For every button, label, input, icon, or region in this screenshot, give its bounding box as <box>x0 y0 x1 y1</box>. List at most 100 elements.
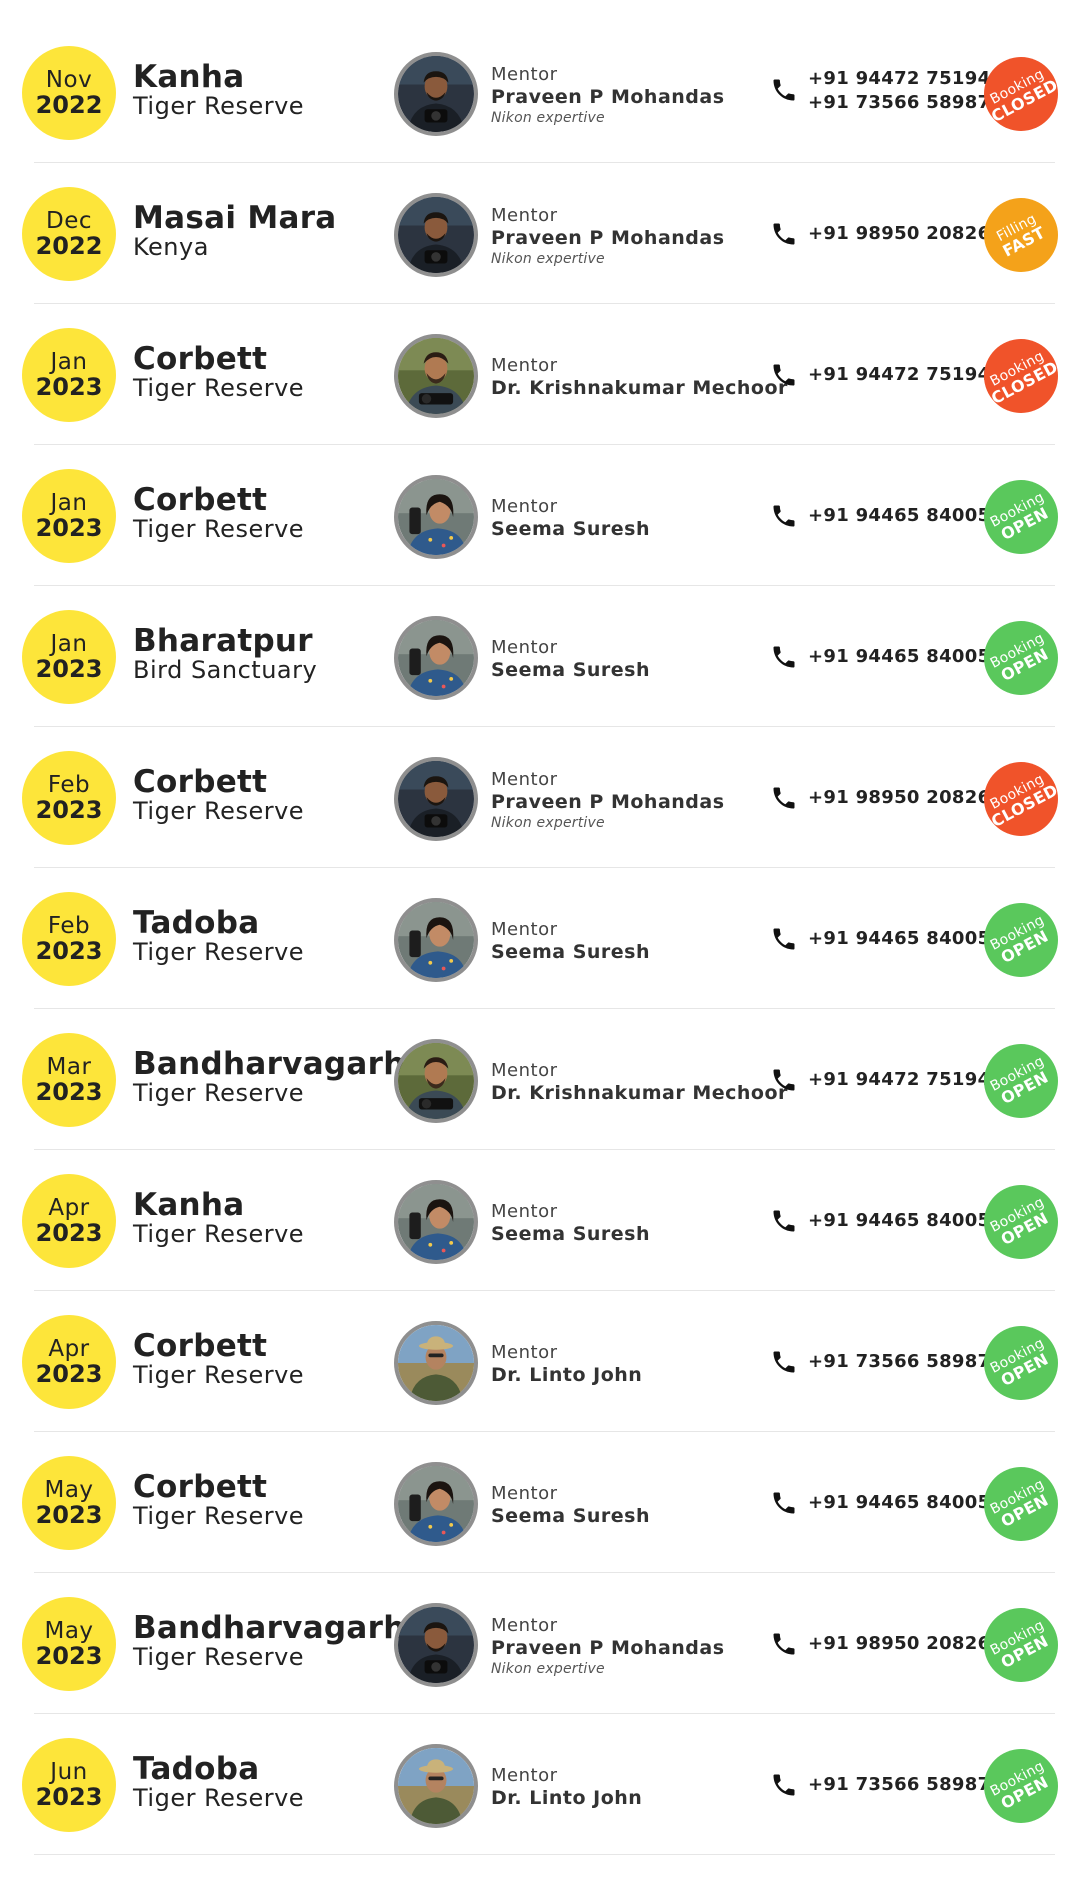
phone-number[interactable]: +91 94465 84005 <box>808 504 990 528</box>
mentor-info: Mentor Praveen P Mohandas Nikon expertive <box>491 1615 725 1677</box>
mentor-name: Seema Suresh <box>491 658 650 681</box>
destination-name: Kanha <box>133 59 245 95</box>
mentor-role-label: Mentor <box>491 1765 558 1786</box>
booking-status-badge: Booking OPEN <box>984 1749 1058 1823</box>
date-month: Jun <box>50 1759 88 1785</box>
destination-name: Tadoba <box>133 905 260 941</box>
destination: Masai Mara Kenya <box>133 203 337 260</box>
mentor-avatar <box>394 193 478 277</box>
date-year: 2023 <box>35 1219 103 1247</box>
mentor-name: Praveen P Mohandas <box>491 85 725 108</box>
date-month: Nov <box>45 67 93 93</box>
destination-subtitle: Tiger Reserve <box>133 374 305 402</box>
mentor-avatar <box>394 1462 478 1546</box>
phone-icon <box>770 502 798 530</box>
phone-number[interactable]: +91 73566 58987 <box>808 1350 990 1374</box>
destination-subtitle: Tiger Reserve <box>133 1361 305 1389</box>
tour-row[interactable]: Jan 2023 Corbett Tiger Reserve Mentor Dr. Kri… <box>0 304 1080 445</box>
tour-row[interactable]: Apr 2023 Kanha Tiger Reserve Mentor Seema Sur… <box>0 1150 1080 1291</box>
date-year: 2022 <box>35 232 103 260</box>
date-badge: Apr 2023 <box>22 1174 116 1268</box>
phone-numbers: +91 94465 84005 <box>808 1491 990 1515</box>
tour-row[interactable]: Dec 2022 Masai Mara Kenya Mentor Praveen P Mo… <box>0 163 1080 304</box>
destination: Corbett Tiger Reserve <box>133 1472 305 1530</box>
destination: Bandharvagarh Tiger Reserve <box>133 1049 406 1107</box>
destination: Tadoba Tiger Reserve <box>133 1754 304 1811</box>
destination-name: Bandharvagarh <box>133 1610 406 1646</box>
phone-number[interactable]: +91 94472 75194 <box>808 1068 990 1092</box>
mentor-role-label: Mentor <box>491 1615 558 1636</box>
tour-row[interactable]: May 2023 Corbett Tiger Reserve Mentor Seema S… <box>0 1432 1080 1573</box>
booking-status-badge: Booking CLOSED <box>984 57 1061 131</box>
destination: Bharatpur Bird Sanctuary <box>133 626 317 683</box>
mentor-name: Dr. Krishnakumar Mechoor <box>491 1081 788 1104</box>
destination-subtitle: Tiger Reserve <box>133 515 305 543</box>
destination-name: Corbett <box>133 341 268 377</box>
mentor-avatar <box>394 475 478 559</box>
phone-numbers: +91 73566 58987 <box>808 1773 990 1797</box>
mentor-info: Mentor Praveen P Mohandas Nikon expertive <box>491 770 725 831</box>
mentor-name: Praveen P Mohandas <box>491 226 725 249</box>
mentor-role-label: Mentor <box>491 1342 558 1363</box>
destination: Kanha Tiger Reserve <box>133 1187 304 1247</box>
destination-subtitle: Tiger Reserve <box>133 1502 305 1530</box>
phone-number[interactable]: +91 98950 20826 <box>808 1632 990 1656</box>
mentor-avatar <box>394 616 478 700</box>
phone-numbers: +91 98950 20826 <box>808 222 990 246</box>
date-month: Apr <box>48 1195 90 1221</box>
phone-icon <box>770 220 798 248</box>
tour-row[interactable]: Jun 2023 Tadoba Tiger Reserve Mentor Dr. Lint… <box>0 1714 1080 1855</box>
tour-row[interactable]: Nov 2022 Kanha Tiger Reserve Mentor Praveen P… <box>0 22 1080 163</box>
phone-number[interactable]: +91 94465 84005 <box>808 1209 990 1233</box>
booking-status-badge: Booking OPEN <box>984 1185 1058 1259</box>
phone-number[interactable]: +91 94472 75194 <box>808 363 990 387</box>
phone-icon <box>770 1771 798 1799</box>
mentor-role-label: Mentor <box>491 919 558 940</box>
date-month: May <box>44 1477 94 1503</box>
destination: Bandharvagarh Tiger Reserve <box>133 1610 406 1670</box>
mentor-info: Mentor Dr. Krishnakumar Mechoor <box>491 356 788 399</box>
mentor-name: Dr. Krishnakumar Mechoor <box>491 376 788 399</box>
mentor-info: Mentor Dr. Krishnakumar Mechoor <box>491 1061 788 1104</box>
tour-row[interactable]: Jan 2023 Corbett Tiger Reserve Mentor Seema S… <box>0 445 1080 586</box>
destination-name: Kanha <box>133 1187 245 1223</box>
phone-number[interactable]: +91 94472 75194 <box>808 67 990 91</box>
phone-numbers: +91 94465 84005 <box>808 504 990 528</box>
mentor-role-label: Mentor <box>491 64 558 85</box>
phone-number[interactable]: +91 98950 20826 <box>808 222 990 246</box>
mentor-avatar <box>394 334 478 418</box>
destination-name: Corbett <box>133 764 268 800</box>
destination: Corbett Tiger Reserve <box>133 341 305 402</box>
destination: Corbett Tiger Reserve <box>133 485 305 543</box>
mentor-name: Dr. Linto John <box>491 1786 643 1809</box>
tour-row[interactable]: Apr 2023 Corbett Tiger Reserve Mentor Dr. Lin… <box>0 1291 1080 1432</box>
phone-number[interactable]: +91 98950 20826 <box>808 786 990 810</box>
phone-number[interactable]: +91 94465 84005 <box>808 645 990 669</box>
phone-number[interactable]: +91 94465 84005 <box>808 927 990 951</box>
mentor-name: Seema Suresh <box>491 1504 650 1527</box>
mentor-info: Mentor Dr. Linto John <box>491 1342 642 1386</box>
date-year: 2022 <box>35 91 103 119</box>
phone-number[interactable]: +91 73566 58987 <box>808 91 990 115</box>
phone-numbers: +91 98950 20826 <box>808 786 990 810</box>
date-month: Apr <box>48 1336 90 1362</box>
tour-row[interactable]: Feb 2023 Corbett Tiger Reserve Mentor Praveen… <box>0 727 1080 868</box>
tour-row[interactable]: May 2023 Bandharvagarh Tiger Reserve Mentor P… <box>0 1573 1080 1714</box>
booking-status-badge: Booking OPEN <box>984 480 1058 554</box>
phone-icon <box>770 1348 798 1376</box>
tour-row[interactable]: Jan 2023 Bharatpur Bird Sanctuary Mentor Seem… <box>0 586 1080 727</box>
tour-row[interactable]: Feb 2023 Tadoba Tiger Reserve Mentor Seema Su… <box>0 868 1080 1009</box>
booking-status-badge: Filling FAST <box>984 198 1058 272</box>
phone-number[interactable]: +91 94465 84005 <box>808 1491 990 1515</box>
mentor-avatar <box>394 1180 478 1264</box>
phone-icon <box>770 1066 798 1094</box>
mentor-seema-photo-icon <box>398 1466 474 1542</box>
phone-number[interactable]: +91 73566 58987 <box>808 1773 990 1797</box>
mentor-name: Praveen P Mohandas <box>491 1636 725 1659</box>
mentor-krishnakumar-photo-icon <box>398 1043 474 1119</box>
mentor-avatar <box>394 1744 478 1828</box>
mentor-role-label: Mentor <box>491 496 558 517</box>
destination-subtitle: Tiger Reserve <box>133 1079 305 1107</box>
tour-row[interactable]: Mar 2023 Bandharvagarh Tiger Reserve Mentor D… <box>0 1009 1080 1150</box>
mentor-role-label: Mentor <box>491 637 558 658</box>
